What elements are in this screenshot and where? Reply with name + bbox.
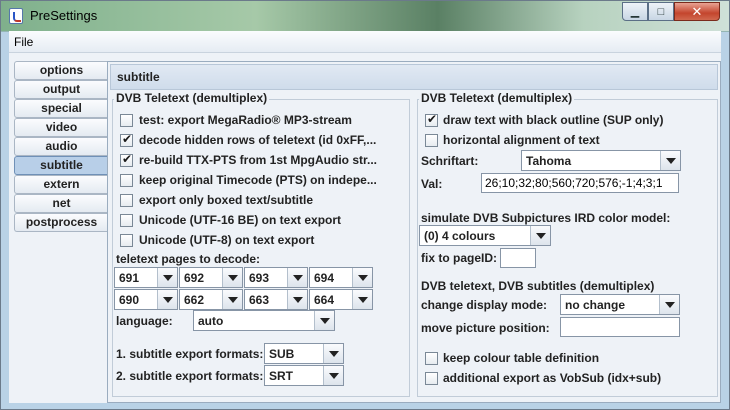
checkbox-utf8[interactable]	[120, 234, 133, 247]
chevron-down-icon	[530, 226, 550, 245]
left-group-label: DVB Teletext (demultiplex)	[114, 91, 270, 105]
val-input[interactable]: 26;10;32;80;560;720;576;-1;4;3;1	[481, 173, 679, 193]
checkbox-black-outline[interactable]	[425, 112, 438, 127]
ird-label: simulate DVB Subpictures IRD color model…	[421, 211, 671, 225]
page-combo-7[interactable]: 663	[244, 289, 308, 310]
move-input[interactable]	[560, 317, 680, 337]
close-icon: ✕	[691, 4, 703, 19]
maximize-button[interactable]: □	[648, 2, 674, 21]
export2-label: 2. subtitle export formats:	[116, 369, 264, 383]
chevron-down-icon	[659, 295, 679, 314]
checkbox-boxed-text-label: export only boxed text/subtitle	[139, 193, 314, 207]
checkbox-utf16-label: Unicode (UTF-16 BE) on text export	[139, 213, 342, 227]
page-combo-1[interactable]: 691	[114, 267, 178, 288]
checkbox-megaradio[interactable]	[120, 114, 133, 127]
checkbox-keep-timecode[interactable]	[120, 174, 133, 187]
checkbox-hidden-rows-label: decode hidden rows of teletext (id 0xFF,…	[139, 133, 377, 147]
export2-combo[interactable]: SRT	[264, 365, 344, 386]
language-combo[interactable]: auto	[193, 310, 335, 331]
checkbox-megaradio-label: test: export MegaRadio® MP3-stream	[139, 113, 352, 127]
checkbox-vobsub-label: additional export as VobSub (idx+sub)	[443, 371, 662, 385]
minimize-icon: ▁	[630, 6, 640, 18]
maximize-icon: □	[657, 6, 665, 18]
page-combo-2[interactable]: 692	[179, 267, 243, 288]
tab-subtitle[interactable]: subtitle	[14, 156, 108, 175]
tab-extern[interactable]: extern	[14, 175, 108, 194]
chevron-down-icon	[222, 268, 242, 287]
checkbox-utf16[interactable]	[120, 214, 133, 227]
checkbox-rebuild-pts[interactable]	[120, 152, 133, 167]
presettings-window: PreSettings ▁ □ ✕ File options output sp…	[0, 0, 730, 410]
subtitle-panel: subtitle DVB Teletext (demultiplex) test…	[107, 61, 721, 403]
checkbox-utf8-label: Unicode (UTF-8) on text export	[139, 233, 315, 247]
title-bar[interactable]: PreSettings ▁ □ ✕	[1, 1, 729, 31]
pages-label: teletext pages to decode:	[116, 252, 261, 266]
panel-title: subtitle	[110, 64, 718, 90]
tab-video[interactable]: video	[14, 118, 108, 137]
ird-combo[interactable]: (0) 4 colours	[419, 225, 551, 246]
window-title: PreSettings	[30, 8, 98, 23]
tab-special[interactable]: special	[14, 99, 108, 118]
menu-file-label: File	[14, 35, 34, 49]
page-combo-8[interactable]: 664	[309, 289, 373, 310]
chevron-down-icon	[660, 151, 680, 170]
checkbox-horizontal-align[interactable]	[425, 134, 438, 147]
page-combo-6[interactable]: 662	[179, 289, 243, 310]
move-label: move picture position:	[421, 321, 550, 335]
font-combo[interactable]: Tahoma	[521, 150, 681, 171]
chevron-down-icon	[352, 290, 372, 309]
page-combo-3[interactable]: 693	[244, 267, 308, 288]
chevron-down-icon	[352, 268, 372, 287]
menu-bar: File	[9, 31, 721, 53]
checkbox-rebuild-pts-label: re-build TTX-PTS from 1st MpgAudio str..…	[139, 153, 378, 167]
tab-audio[interactable]: audio	[14, 137, 108, 156]
checkbox-keep-timecode-label: keep original Timecode (PTS) on indepe..…	[139, 173, 377, 187]
tab-options[interactable]: options	[14, 61, 108, 80]
tab-output[interactable]: output	[14, 80, 108, 99]
export1-label: 1. subtitle export formats:	[116, 347, 264, 361]
chevron-down-icon	[287, 290, 307, 309]
checkbox-vobsub[interactable]	[425, 372, 438, 385]
chevron-down-icon	[323, 366, 343, 385]
right-group-label: DVB Teletext (demultiplex)	[419, 91, 575, 105]
display-combo[interactable]: no change	[560, 294, 680, 315]
chevron-down-icon	[287, 268, 307, 287]
chevron-down-icon	[157, 290, 177, 309]
menu-file[interactable]: File	[14, 35, 33, 49]
pageid-label: fix to pageID:	[421, 251, 498, 265]
checkbox-black-outline-label: draw text with black outline (SUP only)	[443, 113, 664, 127]
checkbox-hidden-rows[interactable]	[120, 132, 133, 147]
app-icon	[9, 8, 23, 24]
chevron-down-icon	[323, 344, 343, 363]
chevron-down-icon	[157, 268, 177, 287]
close-button[interactable]: ✕	[674, 2, 720, 21]
pageid-input[interactable]	[500, 248, 536, 268]
checkbox-keep-colour-label: keep colour table definition	[443, 351, 600, 365]
checkbox-keep-colour[interactable]	[425, 352, 438, 365]
minimize-button[interactable]: ▁	[622, 2, 648, 21]
checkbox-horizontal-align-label: horizontal alignment of text	[443, 133, 600, 147]
font-label: Schriftart:	[421, 154, 479, 168]
val-label: Val:	[421, 177, 443, 191]
page-combo-5[interactable]: 690	[114, 289, 178, 310]
chevron-down-icon	[222, 290, 242, 309]
dvb-label: DVB teletext, DVB subtitles (demultiplex…	[421, 279, 655, 293]
page-combo-4[interactable]: 694	[309, 267, 373, 288]
export1-combo[interactable]: SUB	[264, 343, 344, 364]
language-label: language:	[116, 314, 173, 328]
tab-postprocess[interactable]: postprocess	[14, 213, 108, 232]
checkbox-boxed-text[interactable]	[120, 194, 133, 207]
display-label: change display mode:	[421, 298, 548, 312]
chevron-down-icon	[314, 311, 334, 330]
tab-net[interactable]: net	[14, 194, 108, 213]
